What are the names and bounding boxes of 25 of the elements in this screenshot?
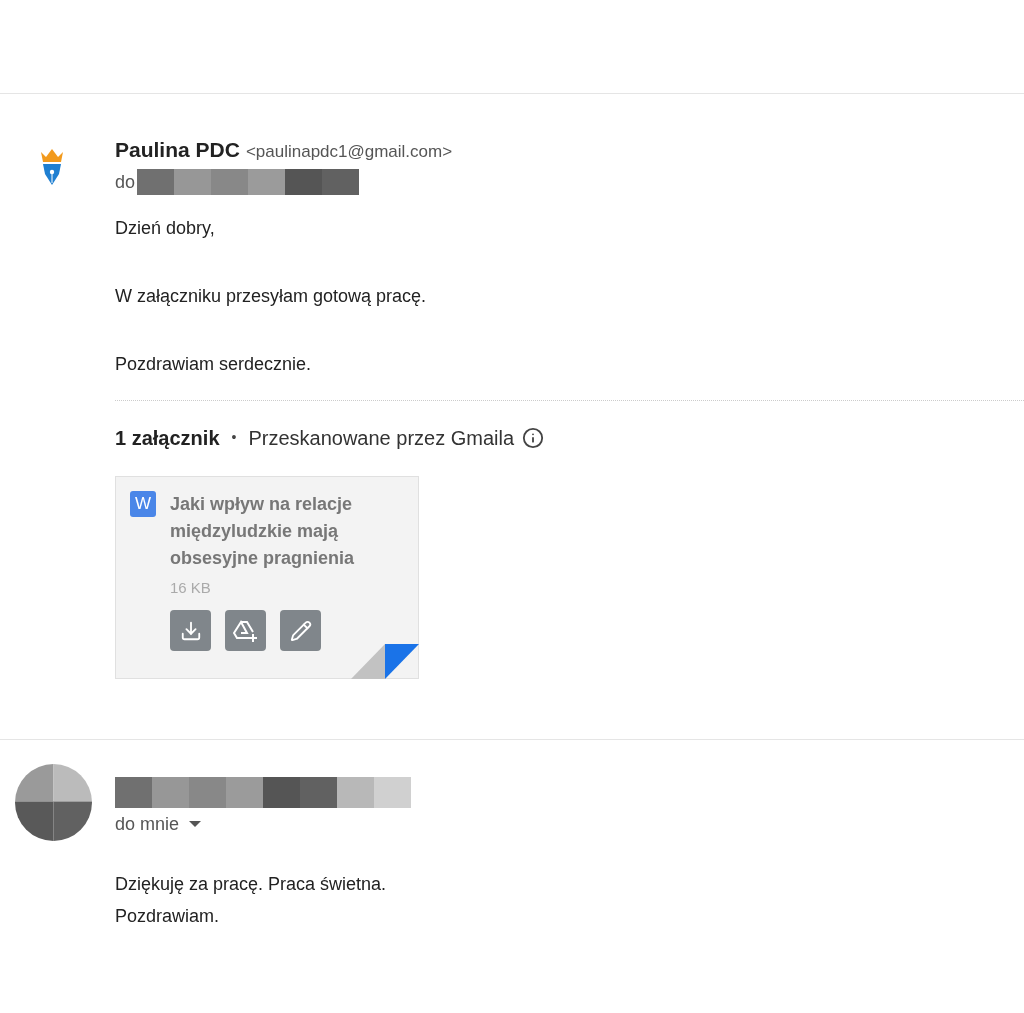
attachment-count: 1 załącznik — [115, 425, 220, 451]
recipient-label: do mnie — [115, 812, 180, 836]
separator-dot: • — [231, 428, 237, 447]
page-fold-icon — [351, 643, 419, 679]
info-icon[interactable] — [522, 426, 545, 449]
message-paragraph: Pozdrawiam serdecznie. — [115, 352, 313, 376]
sender-email: <paulinapdc1@gmail.com> — [245, 141, 453, 163]
message-paragraph: Dzień dobry, — [115, 216, 216, 240]
dropdown-caret-icon[interactable] — [189, 821, 202, 827]
drive-add-button[interactable] — [225, 610, 266, 651]
message-paragraph: W załączniku przesyłam gotową pracę. — [115, 284, 428, 308]
attachment-size: 16 KB — [170, 577, 212, 598]
word-file-icon: W — [130, 490, 156, 517]
pencil-icon — [289, 619, 312, 642]
drive-add-icon — [232, 618, 259, 643]
attachment-card[interactable]: W Jaki wpływ na relacje międzyludzkie mają obsesyjne pragnienia 16 KB — [115, 475, 419, 679]
crown-pen-icon — [39, 148, 65, 186]
recipient-label: do — [115, 170, 136, 194]
download-icon — [179, 619, 202, 642]
edit-button[interactable] — [280, 610, 321, 651]
scan-note: Przeskanowane przez Gmaila — [248, 425, 515, 451]
message-paragraph: Dziękuję za pracę. Praca świetna. Pozdrawiam. — [115, 872, 388, 928]
attachment-title: Jaki wpływ na relacje międzyludzkie mają obsesyjne pragnienia — [170, 492, 356, 570]
sender-name: Paulina PDC — [115, 137, 240, 163]
download-button[interactable] — [170, 610, 211, 651]
